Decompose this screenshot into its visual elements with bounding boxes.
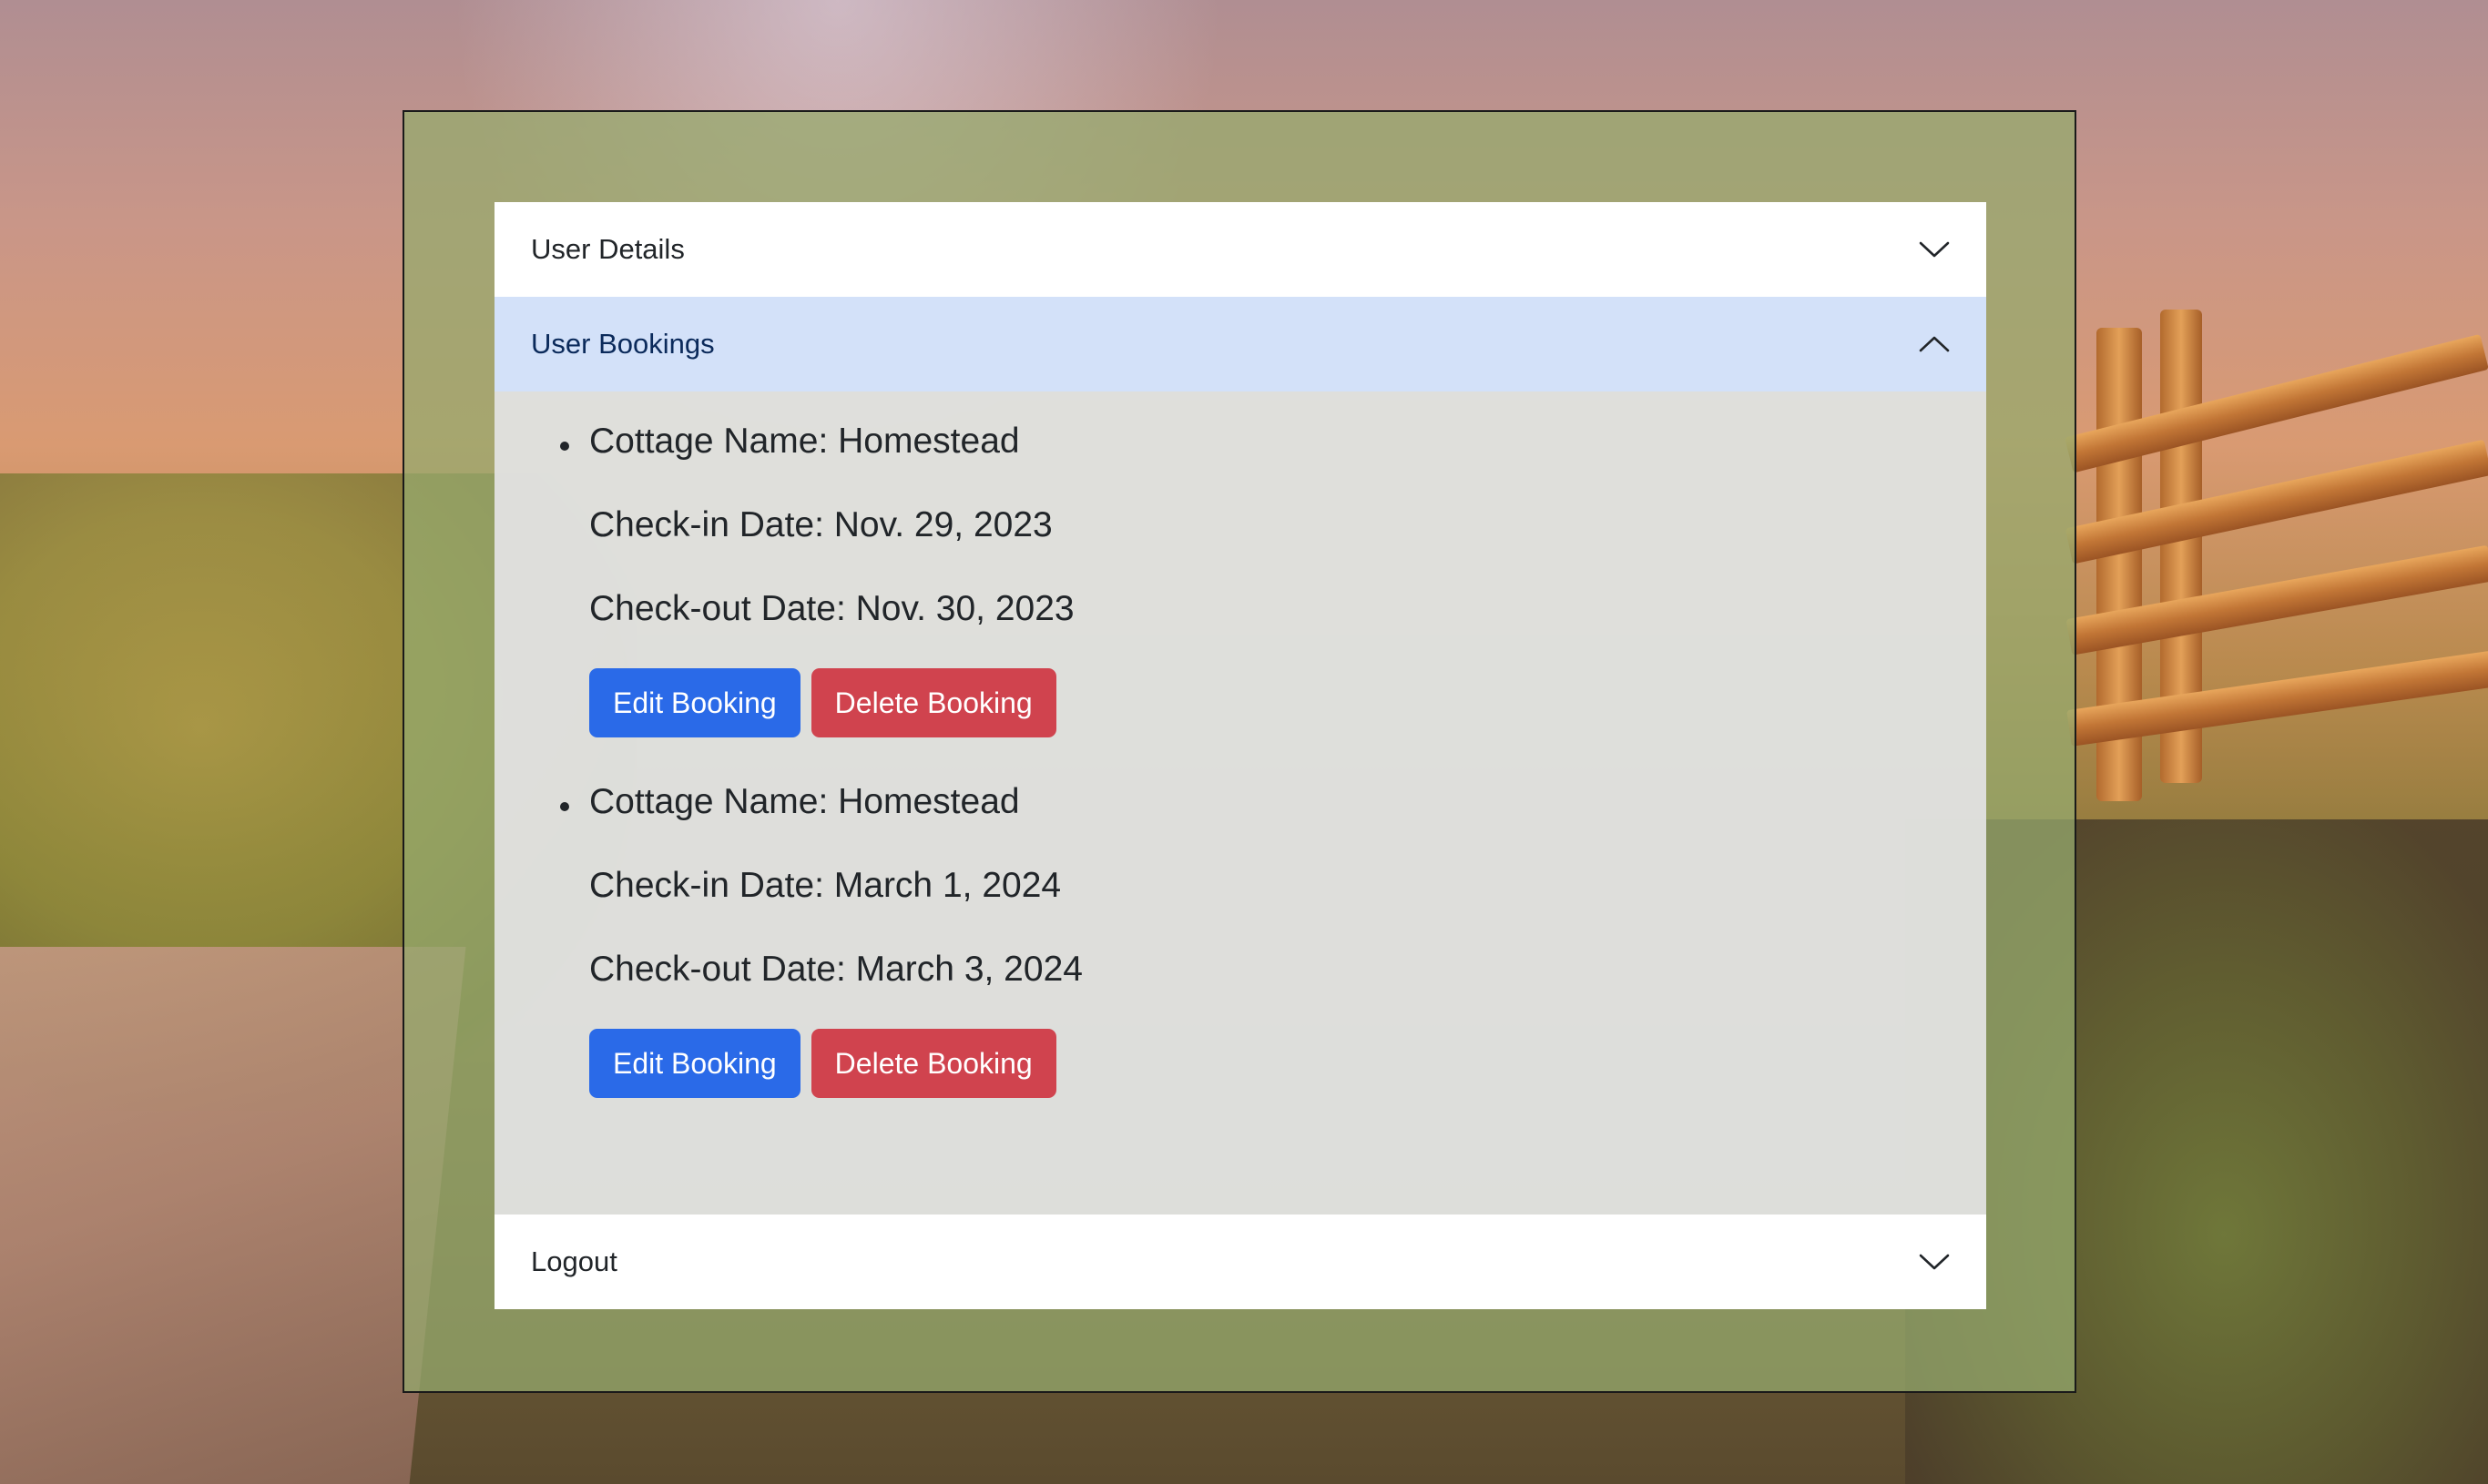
accordion-header-user-bookings[interactable]: User Bookings xyxy=(495,297,1986,391)
booking-cottage-name: Cottage Name: Homestead xyxy=(589,782,1020,821)
booking-cottage-name: Cottage Name: Homestead xyxy=(589,422,1020,461)
chevron-down-icon xyxy=(1919,1254,1950,1270)
chevron-down-icon xyxy=(1919,241,1950,258)
edit-booking-button[interactable]: Edit Booking xyxy=(589,668,800,737)
edit-booking-button[interactable]: Edit Booking xyxy=(589,1029,800,1098)
delete-booking-button[interactable]: Delete Booking xyxy=(811,668,1056,737)
background-fence xyxy=(2065,310,2488,819)
booking-actions: Edit Booking Delete Booking xyxy=(589,668,1986,737)
booking-check-out: Check-out Date: March 3, 2024 xyxy=(589,950,1083,989)
delete-booking-button[interactable]: Delete Booking xyxy=(811,1029,1056,1098)
booking-actions: Edit Booking Delete Booking xyxy=(589,1029,1986,1098)
bookings-list: Cottage Name: Homestead Check-in Date: N… xyxy=(495,417,1986,1098)
accordion-title: Logout xyxy=(531,1245,617,1277)
booking-check-in: Check-in Date: March 1, 2024 xyxy=(589,866,1062,905)
accordion-body-user-bookings: Cottage Name: Homestead Check-in Date: N… xyxy=(495,391,1986,1215)
bullet-icon xyxy=(560,802,569,811)
booking-item: Cottage Name: Homestead Check-in Date: N… xyxy=(495,417,1986,737)
bullet-icon xyxy=(560,442,569,451)
accordion-title: User Details xyxy=(531,233,685,265)
account-accordion: User Details User Bookings Cottage Name:… xyxy=(495,202,1986,1309)
booking-item: Cottage Name: Homestead Check-in Date: M… xyxy=(495,778,1986,1098)
accordion-header-logout[interactable]: Logout xyxy=(495,1215,1986,1309)
background-stone-path xyxy=(0,947,466,1484)
booking-check-out: Check-out Date: Nov. 30, 2023 xyxy=(589,589,1075,628)
booking-check-in: Check-in Date: Nov. 29, 2023 xyxy=(589,505,1053,544)
accordion-title: User Bookings xyxy=(531,328,715,360)
accordion-header-user-details[interactable]: User Details xyxy=(495,202,1986,297)
chevron-up-icon xyxy=(1919,336,1950,352)
